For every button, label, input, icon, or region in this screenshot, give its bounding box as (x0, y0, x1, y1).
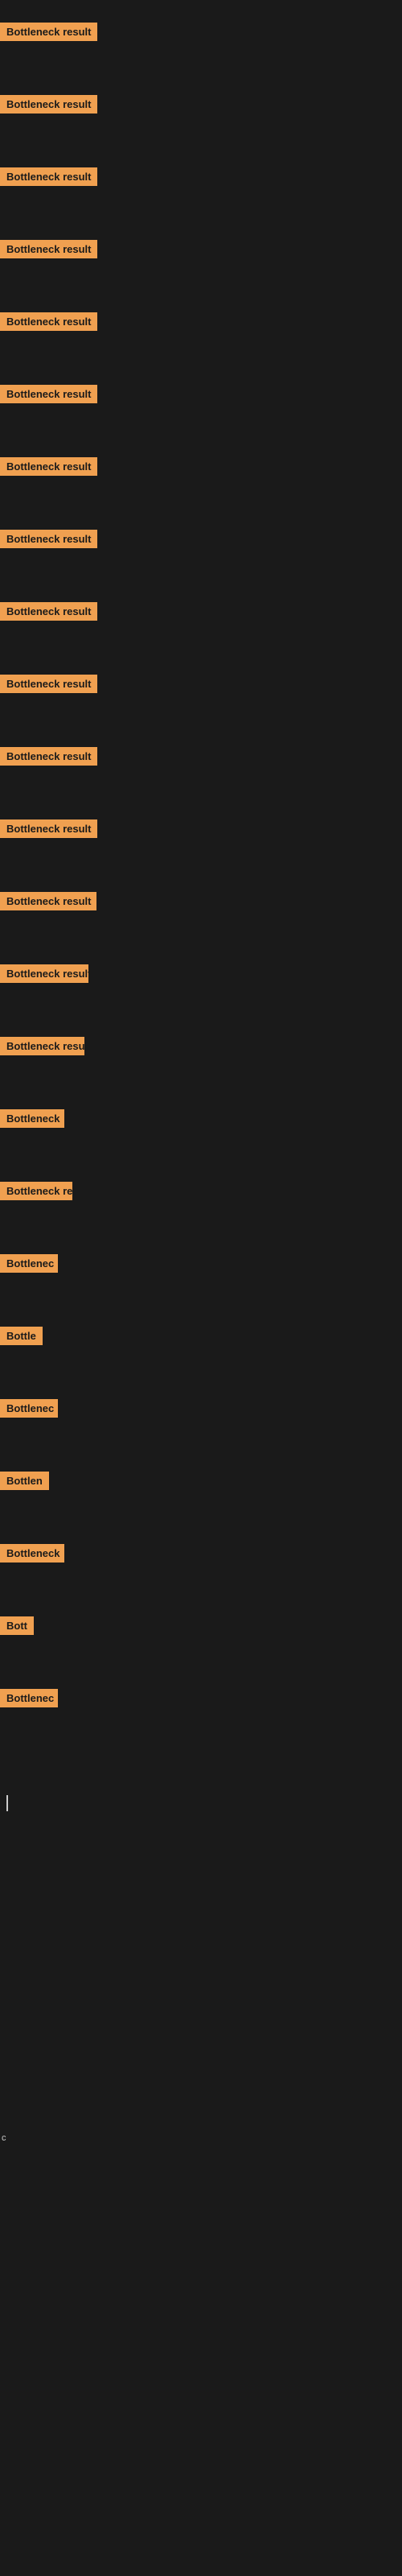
bottleneck-badge: Bottleneck (0, 1109, 64, 1128)
bottleneck-badge: Bottleneck re (0, 1182, 72, 1200)
bottleneck-result-item[interactable]: Bottleneck result (0, 819, 97, 842)
bottleneck-result-item[interactable]: Bottleneck result (0, 457, 97, 480)
bottleneck-result-item[interactable]: Bottlen (0, 1472, 49, 1494)
bottleneck-badge: Bottleneck result (0, 892, 96, 910)
bottleneck-result-item[interactable]: Bottleneck result (0, 747, 97, 770)
bottleneck-badge: Bottlen (0, 1472, 49, 1490)
bottleneck-badge: Bottleneck result (0, 240, 97, 258)
bottleneck-badge: Bottleneck result (0, 602, 97, 621)
bottleneck-result-item[interactable]: Bottlenec (0, 1254, 58, 1277)
bottleneck-badge: Bottle (0, 1327, 43, 1345)
cursor-line (6, 1795, 8, 1811)
bottleneck-result-item[interactable]: Bottleneck result (0, 675, 97, 697)
bottleneck-result-item[interactable]: Bottleneck result (0, 530, 97, 552)
bottleneck-badge: Bottleneck result (0, 23, 97, 41)
bottleneck-badge: Bottlenec (0, 1689, 58, 1707)
bottleneck-badge: Bottleneck result (0, 747, 97, 766)
bottleneck-result-item[interactable]: Bottle (0, 1327, 43, 1349)
bottleneck-badge: Bottlenec (0, 1399, 58, 1418)
bottleneck-result-item[interactable]: Bott (0, 1616, 34, 1639)
bottleneck-badge: Bottleneck result (0, 457, 97, 476)
bottleneck-badge: Bottleneck result (0, 675, 97, 693)
bottleneck-badge: Bottleneck resu (0, 1037, 84, 1055)
bottleneck-badge: Bott (0, 1616, 34, 1635)
bottleneck-badge: Bottleneck (0, 1544, 64, 1563)
bottleneck-result-item[interactable]: Bottleneck result (0, 964, 88, 987)
bottleneck-badge: Bottleneck result (0, 312, 97, 331)
bottleneck-badge: Bottleneck result (0, 819, 97, 838)
site-title (0, 0, 402, 13)
bottleneck-badge: Bottleneck result (0, 95, 97, 114)
bottleneck-result-item[interactable]: Bottlenec (0, 1399, 58, 1422)
small-label: c (2, 2133, 6, 2143)
bottleneck-result-item[interactable]: Bottleneck result (0, 312, 97, 335)
bottleneck-result-item[interactable]: Bottleneck result (0, 385, 97, 407)
bottleneck-badge: Bottleneck result (0, 964, 88, 983)
bottleneck-result-item[interactable]: Bottleneck (0, 1544, 64, 1567)
bottleneck-badge: Bottlenec (0, 1254, 58, 1273)
bottleneck-result-item[interactable]: Bottlenec (0, 1689, 58, 1711)
bottleneck-badge: Bottleneck result (0, 385, 97, 403)
bottleneck-badge: Bottleneck result (0, 530, 97, 548)
bottleneck-badge: Bottleneck result (0, 167, 97, 186)
bottleneck-result-item[interactable]: Bottleneck result (0, 240, 97, 262)
bottleneck-result-item[interactable]: Bottleneck re (0, 1182, 72, 1204)
bottleneck-result-item[interactable]: Bottleneck resu (0, 1037, 84, 1059)
bottleneck-result-item[interactable]: Bottleneck (0, 1109, 64, 1132)
bottleneck-result-item[interactable]: Bottleneck result (0, 892, 96, 914)
bottleneck-result-item[interactable]: Bottleneck result (0, 23, 97, 45)
bottleneck-result-item[interactable]: Bottleneck result (0, 167, 97, 190)
bottleneck-result-item[interactable]: Bottleneck result (0, 602, 97, 625)
bottleneck-result-item[interactable]: Bottleneck result (0, 95, 97, 118)
